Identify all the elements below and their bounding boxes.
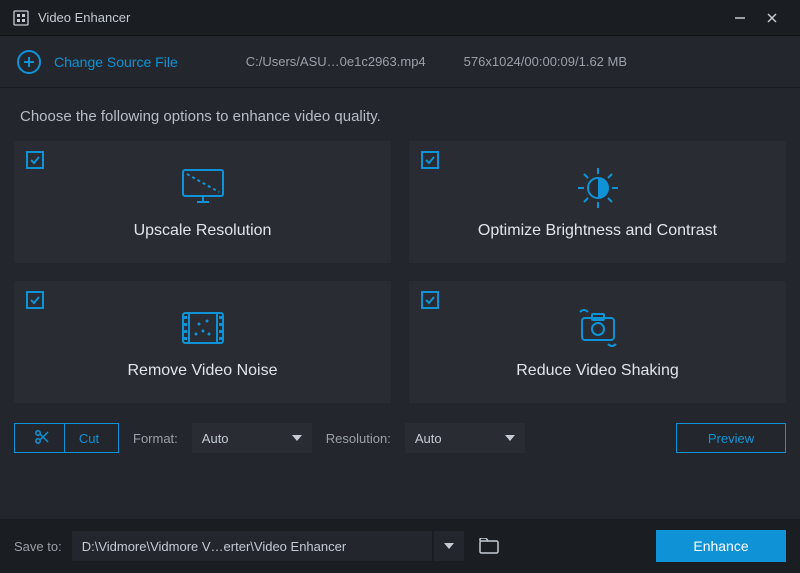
source-bar: Change Source File C:/Users/ASU…0e1c2963…: [0, 36, 800, 88]
option-label: Reduce Video Shaking: [516, 362, 679, 380]
options-grid: Upscale Resolution Optimize Brightness a…: [0, 141, 800, 403]
checkbox-icon[interactable]: [26, 291, 44, 309]
chevron-down-icon: [292, 435, 302, 441]
resolution-value: Auto: [415, 431, 442, 446]
checkbox-icon[interactable]: [26, 151, 44, 169]
close-button[interactable]: [756, 0, 788, 36]
enhance-button[interactable]: Enhance: [656, 530, 786, 562]
option-label: Upscale Resolution: [134, 222, 272, 240]
format-label: Format:: [133, 431, 178, 446]
option-label: Optimize Brightness and Contrast: [478, 222, 717, 240]
add-source-icon[interactable]: [16, 49, 42, 75]
preview-button[interactable]: Preview: [676, 423, 786, 453]
change-source-link[interactable]: Change Source File: [54, 54, 178, 70]
format-dropdown[interactable]: Auto: [192, 423, 312, 453]
format-value: Auto: [202, 431, 229, 446]
film-noise-icon: [175, 304, 231, 352]
minimize-button[interactable]: [724, 0, 756, 36]
cut-label: Cut: [79, 431, 99, 446]
resolution-label: Resolution:: [326, 431, 391, 446]
scissors-icon: [34, 429, 50, 448]
monitor-upscale-icon: [177, 164, 229, 212]
titlebar: Video Enhancer: [0, 0, 800, 36]
save-path-dropdown[interactable]: [434, 531, 464, 561]
option-label: Remove Video Noise: [127, 362, 277, 380]
option-remove-noise[interactable]: Remove Video Noise: [14, 281, 391, 403]
chevron-down-icon: [505, 435, 515, 441]
option-upscale-resolution[interactable]: Upscale Resolution: [14, 141, 391, 263]
checkbox-icon[interactable]: [421, 151, 439, 169]
save-to-label: Save to:: [14, 539, 62, 554]
cut-button[interactable]: Cut: [14, 423, 119, 453]
camera-shake-icon: [570, 304, 626, 352]
controls-row: Cut Format: Auto Resolution: Auto Previe…: [0, 403, 800, 453]
open-folder-button[interactable]: [474, 531, 504, 561]
source-path: C:/Users/ASU…0e1c2963.mp4: [246, 54, 426, 69]
window-title: Video Enhancer: [38, 10, 130, 25]
brightness-icon: [572, 164, 624, 212]
bottom-bar: Save to: D:\Vidmore\Vidmore V…erter\Vide…: [0, 519, 800, 573]
option-reduce-shaking[interactable]: Reduce Video Shaking: [409, 281, 786, 403]
app-icon: [12, 9, 30, 27]
chevron-down-icon: [444, 543, 454, 549]
source-meta: 576x1024/00:00:09/1.62 MB: [464, 54, 627, 69]
checkbox-icon[interactable]: [421, 291, 439, 309]
instruction-text: Choose the following options to enhance …: [0, 88, 800, 141]
resolution-dropdown[interactable]: Auto: [405, 423, 525, 453]
save-path-field[interactable]: D:\Vidmore\Vidmore V…erter\Video Enhance…: [72, 531, 432, 561]
option-brightness-contrast[interactable]: Optimize Brightness and Contrast: [409, 141, 786, 263]
